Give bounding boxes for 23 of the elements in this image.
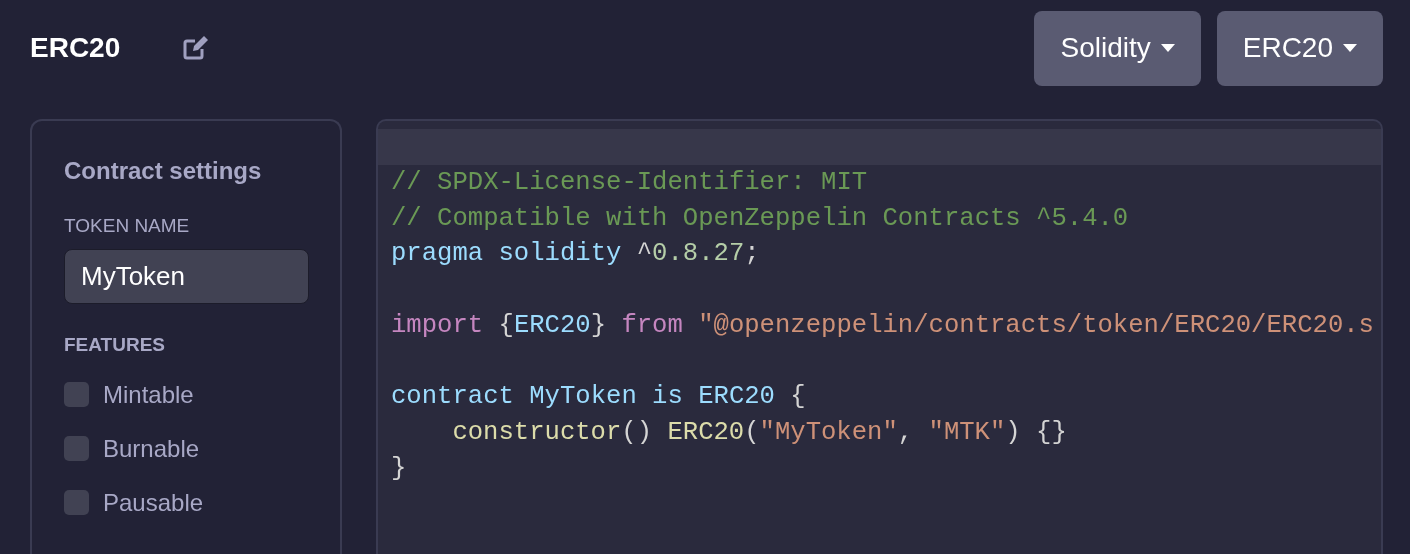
panel-title: Contract settings xyxy=(64,157,263,185)
checkbox[interactable] xyxy=(64,436,89,462)
edit-icon[interactable] xyxy=(182,35,211,61)
code-line: pragma solidity ^0.8.27; xyxy=(391,238,760,271)
section-label: FEATURES xyxy=(64,333,166,356)
checkbox-label: Burnable xyxy=(103,434,200,463)
code-line: import {ERC20} from "@openzeppelin/contracts/token/ERC20/ERC20.s xyxy=(391,309,1374,342)
checkbox-label: Mintable xyxy=(103,380,194,409)
checkbox-label: Pausable xyxy=(103,488,204,517)
checkbox[interactable] xyxy=(64,490,89,516)
token-name-field[interactable]: MyToken xyxy=(64,249,309,304)
caret-icon xyxy=(1160,44,1175,52)
code-line: contract MyToken is ERC20 { xyxy=(391,381,806,414)
field-label: TOKEN NAME xyxy=(64,215,191,237)
checkbox[interactable] xyxy=(64,382,89,408)
code-line: } xyxy=(391,452,407,485)
dropdown-button[interactable]: ERC20 xyxy=(1216,10,1383,86)
page-title: ERC20 xyxy=(30,32,121,64)
code-line: // Compatible with OpenZeppelin Contracts ^5.4.0 xyxy=(391,202,1129,235)
dropdown-button[interactable]: Solidity xyxy=(1034,10,1201,86)
code-line: // SPDX-License-Identifier: MIT xyxy=(391,167,868,199)
caret-icon xyxy=(1343,44,1357,52)
code-line: constructor() ERC20("MyToken", "MTK") {} xyxy=(451,416,1067,449)
